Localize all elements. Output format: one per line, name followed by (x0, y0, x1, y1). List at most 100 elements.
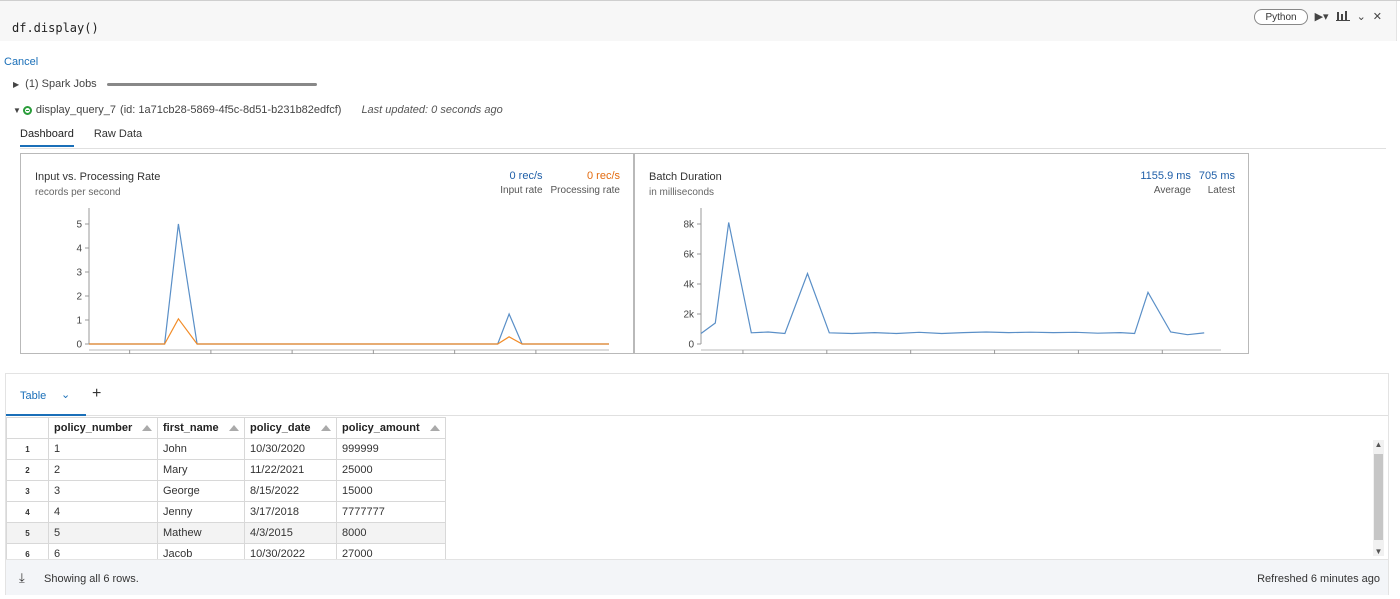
series-line (700, 222, 1205, 336)
y-tick-label: 8k (683, 220, 695, 231)
table-cell[interactable]: 7777777 (336, 501, 446, 523)
table-row[interactable]: 1 1 John 10/30/2020 999999 (6, 438, 446, 460)
table-cell[interactable]: John (157, 438, 245, 460)
cancel-link[interactable]: Cancel (4, 56, 38, 68)
y-tick-label: 5 (76, 220, 82, 231)
table-view-tabs: Table ⌄ + (6, 374, 1388, 416)
column-header-policy-amount[interactable]: policy_amount (336, 417, 446, 439)
table-cell[interactable]: 3 (48, 480, 158, 502)
table-cell[interactable]: 4/3/2015 (244, 522, 337, 544)
expand-arrow-icon[interactable]: ▶ (13, 80, 19, 89)
column-header-label: policy_amount (342, 422, 420, 434)
duration-metrics: 1155.9 ms Average 705 ms Latest (1140, 170, 1235, 196)
column-header-policy-date[interactable]: policy_date (244, 417, 337, 439)
table-cell[interactable]: Jenny (157, 501, 245, 523)
spark-jobs-progress-bar (106, 82, 317, 86)
row-index: 5 (6, 522, 49, 544)
input-processing-rate-chart: 01234516:26Jan 1816:2716:2816:2916:3016:… (76, 208, 609, 354)
run-icon[interactable]: ▶▾ (1315, 11, 1329, 23)
row-index: 3 (6, 480, 49, 502)
chart-subtitle: records per second (35, 187, 121, 198)
tab-table-label[interactable]: Table (20, 390, 46, 402)
input-rate-value: 0 rec/s (509, 170, 543, 182)
y-tick-label: 4 (76, 244, 82, 255)
row-index-header (6, 417, 49, 439)
tab-dashboard[interactable]: Dashboard (20, 128, 74, 147)
row-index: 4 (6, 501, 49, 523)
table-cell[interactable]: 25000 (336, 459, 446, 481)
rate-metrics: 0 rec/s Input rate 0 rec/s Processing ra… (500, 170, 620, 196)
scroll-down-icon[interactable]: ▼ (1373, 547, 1384, 556)
table-row[interactable]: 3 3 George 8/15/2022 15000 (6, 480, 446, 502)
column-header-policy-number[interactable]: policy_number (48, 417, 158, 439)
table-view: Table ⌄ + policy_number first_name polic… (5, 373, 1389, 595)
latest-value: 705 ms (1198, 170, 1235, 182)
table-cell[interactable]: 8000 (336, 522, 446, 544)
processing-rate-metric: 0 rec/s Processing rate (551, 170, 620, 196)
code-cell[interactable]: df.display() Python ▶▾ ⌄ ✕ (0, 1, 1397, 41)
table-header-row: policy_number first_name policy_date pol… (6, 417, 446, 439)
table-row[interactable]: 5 5 Mathew 4/3/2015 8000 (6, 522, 446, 544)
close-icon[interactable]: ✕ (1373, 11, 1382, 23)
table-footer: ⤓ Showing all 6 rows. Refreshed 6 minute… (6, 559, 1388, 595)
chart-subtitle: in milliseconds (649, 187, 715, 198)
cell-toolbar: Python ▶▾ ⌄ ✕ (1254, 9, 1382, 25)
dashboard-tabs: Dashboard Raw Data (20, 128, 142, 147)
query-name: display_query_7 (35, 104, 117, 116)
chevron-down-icon[interactable]: ⌄ (61, 388, 70, 401)
language-selector[interactable]: Python (1254, 9, 1308, 25)
download-icon[interactable]: ⤓ (19, 570, 25, 586)
tabs-divider (20, 148, 1386, 149)
chart-icon[interactable] (1335, 10, 1350, 24)
sort-icon[interactable] (142, 425, 152, 431)
y-tick-label: 0 (76, 340, 82, 351)
table-cell[interactable]: 15000 (336, 480, 446, 502)
column-header-first-name[interactable]: first_name (157, 417, 245, 439)
refreshed-status: Refreshed 6 minutes ago (1257, 573, 1380, 585)
table-cell[interactable]: 10/30/2020 (244, 438, 337, 460)
status-icon (22, 105, 32, 115)
collapse-arrow-icon[interactable]: ▼ (13, 106, 21, 115)
data-table: policy_number first_name policy_date pol… (6, 417, 446, 565)
table-cell[interactable]: 4 (48, 501, 158, 523)
table-cell[interactable]: Mary (157, 459, 245, 481)
spark-jobs-row[interactable]: ▶ (1) Spark Jobs (13, 78, 317, 90)
tab-raw-data[interactable]: Raw Data (94, 128, 142, 147)
tab-table[interactable]: Table ⌄ (6, 374, 86, 416)
processing-rate-label: Processing rate (550, 185, 620, 196)
column-header-label: policy_date (250, 422, 311, 434)
scroll-up-icon[interactable]: ▲ (1373, 440, 1384, 449)
input-processing-rate-panel: Input vs. Processing Rate records per se… (20, 153, 634, 354)
input-rate-metric: 0 rec/s Input rate (500, 170, 542, 196)
query-row: ▼ display_query_7 (id: 1a71cb28-5869-4f5… (13, 104, 503, 116)
column-header-label: first_name (163, 422, 219, 434)
vertical-scrollbar[interactable]: ▲ ▼ (1373, 440, 1384, 556)
spark-jobs-label[interactable]: (1) Spark Jobs (25, 78, 97, 90)
add-visualization-button[interactable]: + (92, 385, 101, 403)
table-cell[interactable]: George (157, 480, 245, 502)
collapse-icon[interactable]: ⌄ (1357, 11, 1366, 23)
latest-label: Latest (1207, 185, 1235, 196)
table-cell[interactable]: Mathew (157, 522, 245, 544)
table-cell[interactable]: 5 (48, 522, 158, 544)
code-text[interactable]: df.display() (12, 21, 99, 35)
average-value: 1155.9 ms (1140, 170, 1191, 182)
sort-icon[interactable] (430, 425, 440, 431)
table-cell[interactable]: 1 (48, 438, 158, 460)
column-header-label: policy_number (54, 422, 133, 434)
sort-icon[interactable] (321, 425, 331, 431)
table-cell[interactable]: 11/22/2021 (244, 459, 337, 481)
scroll-thumb[interactable] (1374, 454, 1383, 540)
y-tick-label: 2k (683, 310, 695, 321)
table-row[interactable]: 2 2 Mary 11/22/2021 25000 (6, 459, 446, 481)
table-body: 1 1 John 10/30/2020 999999 2 2 Mary 11/22/2021 25… (6, 438, 446, 565)
table-cell[interactable]: 3/17/2018 (244, 501, 337, 523)
table-cell[interactable]: 999999 (336, 438, 446, 460)
query-id: (id: 1a71cb28-5869-4f5c-8d51-b231b82edfc… (120, 104, 342, 116)
row-index: 1 (6, 438, 49, 460)
table-cell[interactable]: 2 (48, 459, 158, 481)
table-row[interactable]: 4 4 Jenny 3/17/2018 7777777 (6, 501, 446, 523)
sort-icon[interactable] (229, 425, 239, 431)
batch-duration-panel: Batch Duration in milliseconds 1155.9 ms… (634, 153, 1249, 354)
table-cell[interactable]: 8/15/2022 (244, 480, 337, 502)
